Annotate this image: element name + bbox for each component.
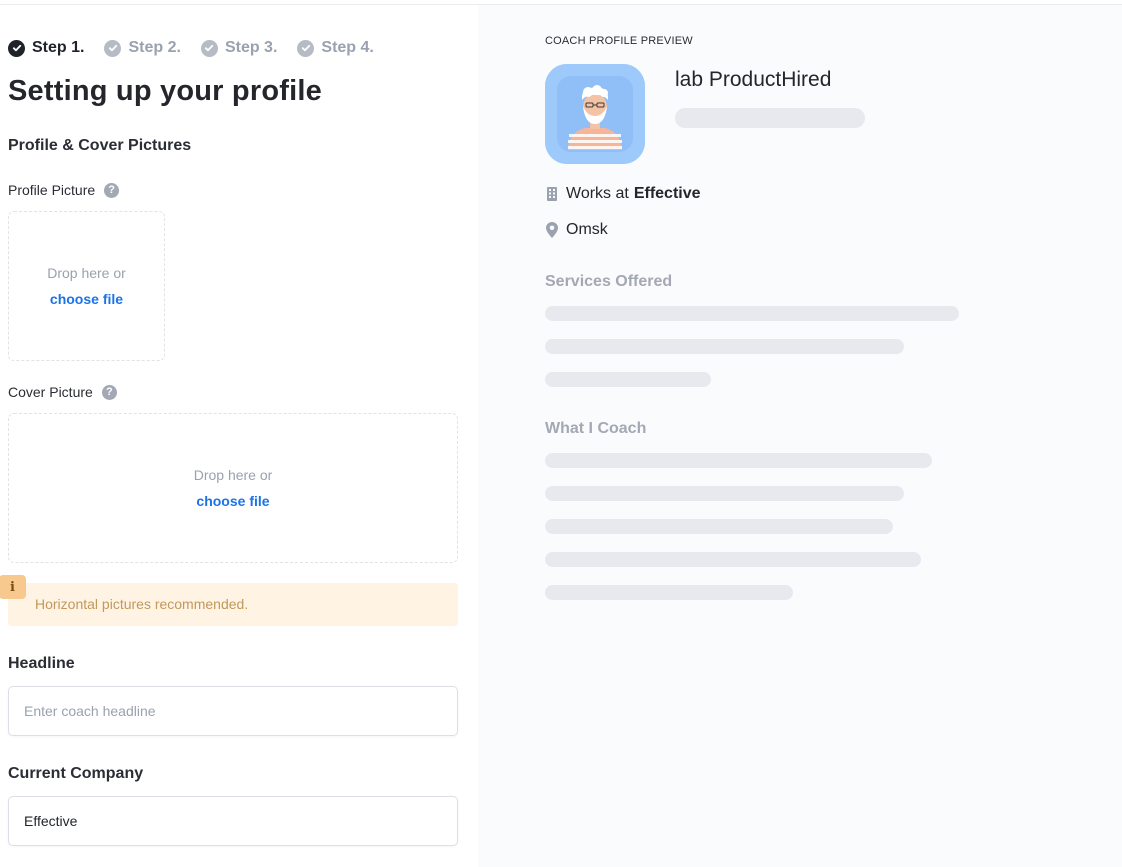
services-skeleton-line [545,339,904,354]
coach-skeleton-line [545,552,921,567]
info-icon: i [0,575,26,599]
avatar-illustration [545,64,645,164]
question-circle-icon[interactable]: ? [101,384,117,400]
cover-picture-label-text: Cover Picture [8,384,93,400]
what-i-coach-title: What I Coach [545,420,647,437]
building-icon [545,186,559,202]
page-title: Setting up your profile [8,75,322,107]
services-skeleton-line [545,306,959,321]
avatar [545,64,645,164]
choose-file-link[interactable]: choose file [196,493,269,509]
cover-picture-label: Cover Picture ? [8,384,117,400]
profile-picture-label-text: Profile Picture [8,182,96,198]
profile-picture-label: Profile Picture ? [8,182,120,198]
services-skeleton-line [545,372,711,387]
coach-skeleton-line [545,585,793,600]
check-circle-icon [104,39,122,57]
profile-picture-dropzone[interactable]: Drop here or choose file [8,211,165,361]
map-pin-icon [545,222,559,238]
location-text: Omsk [566,221,608,238]
step-4[interactable]: Step 4. [297,39,374,57]
coach-name: lab ProductHired [675,68,832,91]
step-label: Step 3. [224,39,278,56]
step-1[interactable]: Step 1. [8,39,84,57]
check-circle-icon [8,39,25,57]
profile-form-panel: Step 1. Step 2. Step 3. Step 4. Setting … [0,5,478,867]
dropzone-text: Drop here or [193,467,273,483]
dropzone-text: Drop here or [47,265,126,281]
headline-skeleton [675,108,865,128]
question-circle-icon[interactable]: ? [104,182,120,198]
step-label: Step 1. [32,39,85,56]
pictures-section-title: Profile & Cover Pictures [8,137,192,154]
coach-profile-preview-panel: COACH PROFILE PREVIEW lab ProductHired W… [478,5,1122,867]
choose-file-link[interactable]: choose file [50,291,123,307]
coach-skeleton-line [545,453,932,468]
current-company-input[interactable]: Effective [8,796,458,846]
step-label: Step 4. [321,39,374,56]
works-at-row: Works at Effective [545,185,701,203]
step-indicator: Step 1. Step 2. Step 3. Step 4. [8,39,394,57]
step-label: Step 2. [128,39,181,56]
location-row: Omsk [545,221,608,239]
coach-skeleton-line [545,519,893,534]
horizontal-pictures-notice: i Horizontal pictures recommended. [0,575,458,626]
cover-picture-dropzone[interactable]: Drop here or choose file [8,413,458,563]
headline-input[interactable]: Enter coach headline [8,686,458,736]
works-at-company: Effective [633,185,701,202]
step-2[interactable]: Step 2. [104,39,181,57]
preview-label: COACH PROFILE PREVIEW [545,35,693,47]
notice-text: Horizontal pictures recommended. [35,596,249,612]
services-offered-title: Services Offered [545,273,673,290]
headline-label: Headline [8,655,75,672]
step-3[interactable]: Step 3. [200,39,278,57]
works-at-prefix: Works at [566,185,629,202]
check-circle-icon [297,39,315,57]
current-company-label: Current Company [8,765,144,782]
coach-skeleton-line [545,486,904,501]
check-circle-icon [200,39,218,57]
